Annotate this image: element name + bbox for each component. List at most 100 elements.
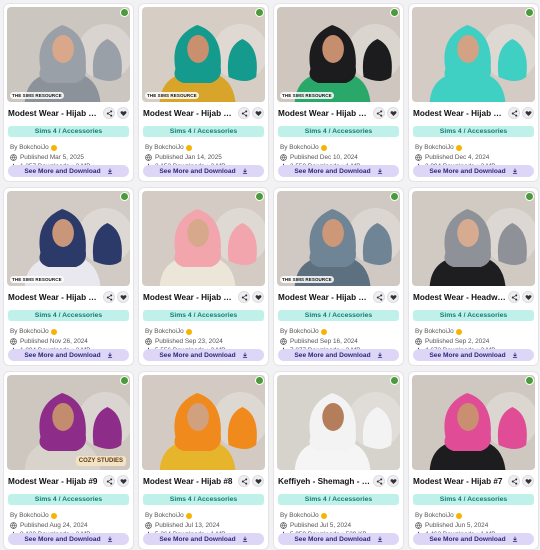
author-name[interactable]: By BokchoiJo <box>415 512 454 519</box>
item-title[interactable]: Modest Wear - Hijab #9 <box>8 477 101 486</box>
heart-icon[interactable] <box>522 475 534 487</box>
share-icon[interactable] <box>373 291 385 303</box>
item-card[interactable]: Modest Wear - Hijab #7 Sims 4 / Accessor… <box>408 371 539 550</box>
share-icon[interactable] <box>103 291 115 303</box>
author-name[interactable]: By BokchoiJo <box>145 512 184 519</box>
item-title[interactable]: Modest Wear - Hijab #10 <box>278 293 371 302</box>
author-row[interactable]: By BokchoiJo <box>280 143 397 153</box>
category-tag[interactable]: Sims 4 / Accessories <box>413 494 534 505</box>
share-icon[interactable] <box>373 107 385 119</box>
item-title[interactable]: Modest Wear - Hijab #12 <box>8 293 101 302</box>
item-card[interactable]: COZY STUDIES Modest Wear - Hijab #9 Sims… <box>3 371 134 550</box>
item-card[interactable]: Modest Wear - Hijab #13 Sims 4 / Accesso… <box>408 3 539 182</box>
share-icon[interactable] <box>238 107 250 119</box>
item-title[interactable]: Modest Wear - Hijab #7 <box>413 477 506 486</box>
see-more-download-button[interactable]: See More and Download <box>8 165 129 177</box>
heart-icon[interactable] <box>522 107 534 119</box>
item-thumbnail[interactable] <box>412 191 535 286</box>
item-card[interactable]: Keffiyeh - Shemagh - Gutra Sims 4 / Acce… <box>273 371 404 550</box>
heart-icon[interactable] <box>252 291 264 303</box>
share-icon[interactable] <box>103 107 115 119</box>
see-more-download-button[interactable]: See More and Download <box>413 349 534 361</box>
author-row[interactable]: By BokchoiJo <box>10 327 127 337</box>
author-row[interactable]: By BokchoiJo <box>415 511 532 521</box>
share-icon[interactable] <box>373 475 385 487</box>
share-icon[interactable] <box>103 475 115 487</box>
category-tag[interactable]: Sims 4 / Accessories <box>8 310 129 321</box>
heart-icon[interactable] <box>252 475 264 487</box>
see-more-download-button[interactable]: See More and Download <box>143 533 264 545</box>
author-row[interactable]: By BokchoiJo <box>280 327 397 337</box>
author-row[interactable]: By BokchoiJo <box>280 511 397 521</box>
category-tag[interactable]: Sims 4 / Accessories <box>143 310 264 321</box>
share-icon[interactable] <box>238 291 250 303</box>
share-icon[interactable] <box>508 291 520 303</box>
author-name[interactable]: By BokchoiJo <box>145 328 184 335</box>
see-more-download-button[interactable]: See More and Download <box>8 349 129 361</box>
item-thumbnail[interactable]: THE SIMS RESOURCE <box>277 7 400 102</box>
item-thumbnail[interactable]: THE SIMS RESOURCE <box>7 7 130 102</box>
see-more-download-button[interactable]: See More and Download <box>413 533 534 545</box>
item-title[interactable]: Modest Wear - Hijab #14 <box>278 109 371 118</box>
item-title[interactable]: Modest Wear - Headwrap #1 <box>413 293 506 302</box>
item-card[interactable]: THE SIMS RESOURCE Modest Wear - Hijab #1… <box>138 3 269 182</box>
share-icon[interactable] <box>238 475 250 487</box>
item-thumbnail[interactable]: COZY STUDIES <box>7 375 130 470</box>
heart-icon[interactable] <box>252 107 264 119</box>
author-row[interactable]: By BokchoiJo <box>145 327 262 337</box>
item-card[interactable]: THE SIMS RESOURCE Modest Wear - Hijab #1… <box>273 187 404 366</box>
item-thumbnail[interactable] <box>142 191 265 286</box>
author-name[interactable]: By BokchoiJo <box>10 328 49 335</box>
item-card[interactable]: THE SIMS RESOURCE Modest Wear - Hijab #1… <box>273 3 404 182</box>
item-title[interactable]: Modest Wear - Hijab #8 <box>143 477 236 486</box>
item-title[interactable]: Modest Wear - Hijab #13 <box>413 109 506 118</box>
item-title[interactable]: Modest Wear - Hijab #16 <box>8 109 101 118</box>
see-more-download-button[interactable]: See More and Download <box>278 165 399 177</box>
share-icon[interactable] <box>508 475 520 487</box>
author-name[interactable]: By BokchoiJo <box>415 144 454 151</box>
heart-icon[interactable] <box>117 107 129 119</box>
author-name[interactable]: By BokchoiJo <box>280 144 319 151</box>
heart-icon[interactable] <box>117 291 129 303</box>
heart-icon[interactable] <box>117 475 129 487</box>
item-card[interactable]: THE SIMS RESOURCE Modest Wear - Hijab #1… <box>3 3 134 182</box>
item-title[interactable]: Keffiyeh - Shemagh - Gutra <box>278 477 371 486</box>
author-row[interactable]: By BokchoiJo <box>145 511 262 521</box>
author-name[interactable]: By BokchoiJo <box>280 512 319 519</box>
item-thumbnail[interactable]: THE SIMS RESOURCE <box>277 191 400 286</box>
see-more-download-button[interactable]: See More and Download <box>278 533 399 545</box>
item-thumbnail[interactable]: THE SIMS RESOURCE <box>7 191 130 286</box>
item-card[interactable]: Modest Wear - Headwrap #1 Sims 4 / Acces… <box>408 187 539 366</box>
category-tag[interactable]: Sims 4 / Accessories <box>278 310 399 321</box>
item-thumbnail[interactable] <box>412 375 535 470</box>
category-tag[interactable]: Sims 4 / Accessories <box>413 310 534 321</box>
item-thumbnail[interactable] <box>412 7 535 102</box>
heart-icon[interactable] <box>387 475 399 487</box>
heart-icon[interactable] <box>387 107 399 119</box>
item-thumbnail[interactable]: THE SIMS RESOURCE <box>142 7 265 102</box>
category-tag[interactable]: Sims 4 / Accessories <box>278 494 399 505</box>
author-name[interactable]: By BokchoiJo <box>415 328 454 335</box>
category-tag[interactable]: Sims 4 / Accessories <box>143 494 264 505</box>
see-more-download-button[interactable]: See More and Download <box>278 349 399 361</box>
author-name[interactable]: By BokchoiJo <box>10 512 49 519</box>
item-title[interactable]: Modest Wear - Hijab #11 <box>143 293 236 302</box>
author-row[interactable]: By BokchoiJo <box>415 143 532 153</box>
category-tag[interactable]: Sims 4 / Accessories <box>8 494 129 505</box>
heart-icon[interactable] <box>522 291 534 303</box>
author-row[interactable]: By BokchoiJo <box>10 143 127 153</box>
see-more-download-button[interactable]: See More and Download <box>413 165 534 177</box>
see-more-download-button[interactable]: See More and Download <box>143 165 264 177</box>
category-tag[interactable]: Sims 4 / Accessories <box>278 126 399 137</box>
author-name[interactable]: By BokchoiJo <box>280 328 319 335</box>
heart-icon[interactable] <box>387 291 399 303</box>
item-title[interactable]: Modest Wear - Hijab #15 <box>143 109 236 118</box>
author-row[interactable]: By BokchoiJo <box>10 511 127 521</box>
see-more-download-button[interactable]: See More and Download <box>8 533 129 545</box>
author-row[interactable]: By BokchoiJo <box>415 327 532 337</box>
item-thumbnail[interactable] <box>142 375 265 470</box>
item-card[interactable]: THE SIMS RESOURCE Modest Wear - Hijab #1… <box>3 187 134 366</box>
author-name[interactable]: By BokchoiJo <box>145 144 184 151</box>
share-icon[interactable] <box>508 107 520 119</box>
category-tag[interactable]: Sims 4 / Accessories <box>8 126 129 137</box>
